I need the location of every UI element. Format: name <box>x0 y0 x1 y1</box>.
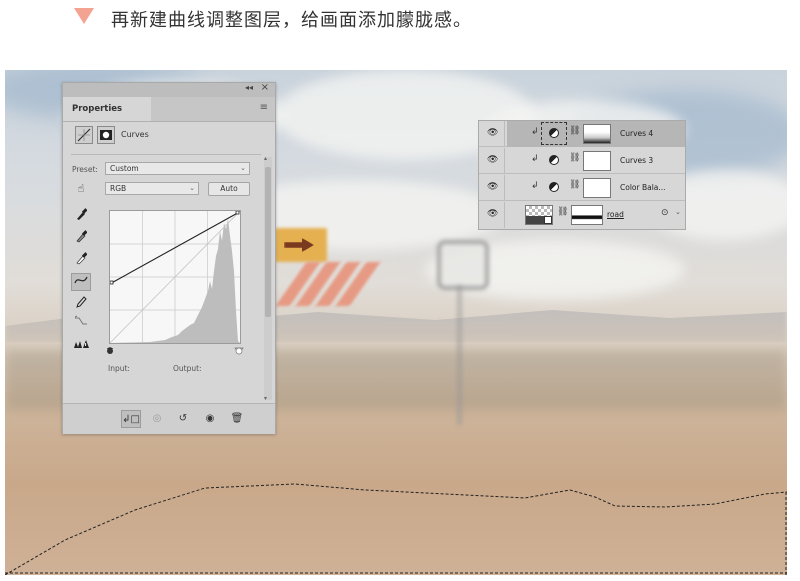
panel-menu-icon[interactable]: ≡ <box>260 102 268 113</box>
gradient-sliders[interactable] <box>107 345 247 355</box>
sign-post <box>457 285 462 425</box>
output-label: Output: <box>173 364 202 373</box>
link-icon[interactable]: ⛓ <box>569 180 580 190</box>
scroll-up-icon[interactable]: ▴ <box>264 155 267 162</box>
pencil-icon[interactable] <box>71 295 91 313</box>
channel-value: RGB <box>110 184 127 193</box>
smart-object-thumbnail[interactable] <box>525 205 553 225</box>
adjustment-layer-icon <box>549 155 559 165</box>
adjustment-header: Curves <box>71 126 261 148</box>
adjustment-layer-icon <box>549 182 559 192</box>
black-eyedropper-icon[interactable] <box>71 207 91 225</box>
curves-graph[interactable] <box>109 210 241 344</box>
clock-sign <box>437 240 489 290</box>
link-icon[interactable]: ⛓ <box>569 153 580 163</box>
visibility-icon[interactable]: ◉ <box>200 410 220 428</box>
properties-footer: ↲□ ◎ ↺ ◉ 🗑 <box>63 403 275 434</box>
layer-mask-thumbnail[interactable] <box>583 124 611 144</box>
smart-object-icon <box>544 216 552 224</box>
chevron-down-icon: ⌄ <box>240 164 246 172</box>
eye-icon[interactable]: 👁 <box>487 182 498 192</box>
gray-eyedropper-icon[interactable] <box>71 229 91 247</box>
properties-panel: ◂◂ × Properties ≡ Curves Preset: Custom … <box>62 82 276 434</box>
reset-icon[interactable]: ↺ <box>173 410 193 428</box>
auto-button[interactable]: Auto <box>208 182 250 196</box>
divider <box>71 154 261 155</box>
eye-icon[interactable]: 👁 <box>487 155 498 165</box>
layer-name[interactable]: Curves 4 <box>620 129 653 138</box>
eye-icon[interactable]: 👁 <box>487 128 498 138</box>
link-icon[interactable]: ⛓ <box>557 207 568 217</box>
scroll-down-icon[interactable]: ▾ <box>264 395 267 402</box>
instruction-header: 再新建曲线调整图层，给画面添加朦胧感。 <box>0 0 800 62</box>
layer-mask-thumbnail[interactable] <box>583 178 611 198</box>
link-icon[interactable]: ⛓ <box>569 126 580 136</box>
layer-row-curves-4[interactable]: 👁 ↲ ⛓ Curves 4 <box>479 121 685 147</box>
layer-mask-thumbnail[interactable] <box>583 151 611 171</box>
smooth-icon[interactable] <box>71 315 91 333</box>
layer-name[interactable]: Color Bala... <box>620 183 666 192</box>
clipping-warning-icon[interactable] <box>71 337 91 355</box>
white-eyedropper-icon[interactable] <box>71 251 91 269</box>
clip-to-layer-icon[interactable]: ↲□ <box>121 410 141 428</box>
layer-row-color-balance[interactable]: 👁 ↲ ⛓ Color Bala... <box>479 175 685 201</box>
mask-icon[interactable] <box>97 126 115 144</box>
tab-properties[interactable]: Properties <box>63 97 151 121</box>
on-image-adjust-icon[interactable]: ☝ <box>71 180 91 198</box>
close-icon[interactable]: × <box>261 82 269 93</box>
adjustment-label: Curves <box>121 130 149 139</box>
channel-select[interactable]: RGB ⌄ <box>105 182 199 195</box>
preset-select[interactable]: Custom ⌄ <box>105 162 250 175</box>
curves-adjustment-icon[interactable] <box>75 126 93 144</box>
eye-icon[interactable]: 👁 <box>487 209 498 219</box>
clip-arrow-icon: ↲ <box>531 127 539 137</box>
chevron-down-icon[interactable]: ⌄ <box>675 208 681 216</box>
collapse-icon[interactable]: ◂◂ <box>245 83 253 92</box>
adjustment-layer-icon <box>549 128 559 138</box>
smart-filter-icon[interactable]: ⊙ <box>661 208 669 218</box>
panel-scrollbar[interactable]: ▴ ▾ <box>264 155 272 402</box>
layer-name[interactable]: road <box>607 210 624 219</box>
clip-arrow-icon: ↲ <box>531 154 539 164</box>
triangle-bullet-icon <box>74 8 94 24</box>
layers-panel: 👁 ↲ ⛓ Curves 4 👁 ↲ ⛓ Curves 3 👁 ↲ ⛓ Colo… <box>478 120 686 230</box>
layer-row-road[interactable]: 👁 ⛓ road ⊙ ⌄ <box>479 202 685 228</box>
instruction-text: 再新建曲线调整图层，给画面添加朦胧感。 <box>111 10 472 31</box>
preset-value: Custom <box>110 164 139 173</box>
curve-points-icon[interactable] <box>71 273 91 291</box>
panel-titlebar[interactable]: ◂◂ × <box>63 82 275 97</box>
delete-icon[interactable]: 🗑 <box>227 410 247 428</box>
chevron-down-icon: ⌄ <box>189 184 195 192</box>
panel-tabbar: Properties ≡ <box>63 97 275 122</box>
layer-name[interactable]: Curves 3 <box>620 156 653 165</box>
layer-mask-thumbnail[interactable] <box>571 205 603 225</box>
input-label: Input: <box>108 364 130 373</box>
preset-label: Preset: <box>72 165 98 174</box>
clip-arrow-icon: ↲ <box>531 181 539 191</box>
view-previous-icon[interactable]: ◎ <box>147 410 167 428</box>
scroll-thumb[interactable] <box>265 167 271 317</box>
layer-row-curves-3[interactable]: 👁 ↲ ⛓ Curves 3 <box>479 148 685 174</box>
